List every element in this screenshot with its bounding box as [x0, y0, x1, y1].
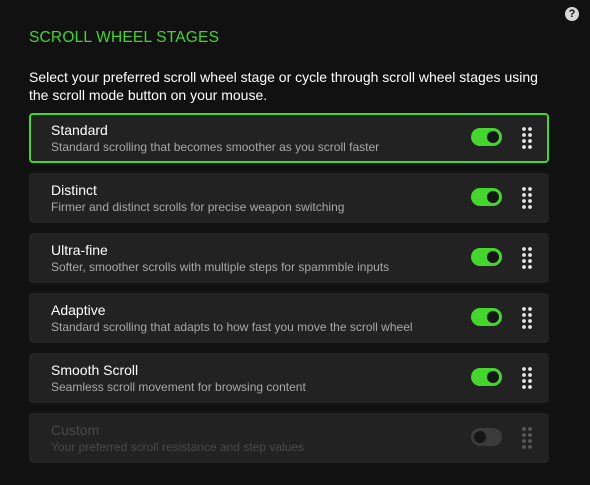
- stage-description: Softer, smoother scrolls with multiple s…: [51, 260, 390, 274]
- stage-ultra-fine[interactable]: Ultra-fine Softer, smoother scrolls with…: [29, 233, 549, 283]
- help-icon[interactable]: ?: [565, 7, 579, 21]
- stage-distinct[interactable]: Distinct Firmer and distinct scrolls for…: [29, 173, 549, 223]
- stage-description: Standard scrolling that becomes smoother…: [51, 140, 380, 154]
- stage-name: Distinct: [51, 182, 97, 198]
- stage-description: Firmer and distinct scrolls for precise …: [51, 200, 345, 214]
- drag-handle-icon[interactable]: [522, 247, 532, 269]
- page-description: Select your preferred scroll wheel stage…: [29, 69, 538, 103]
- toggle-knob: [487, 371, 499, 383]
- stage-description: Seamless scroll movement for browsing co…: [51, 380, 306, 394]
- toggle-knob: [487, 191, 499, 203]
- stage-name: Standard: [51, 122, 108, 138]
- page-title: SCROLL WHEEL STAGES: [29, 29, 220, 46]
- stage-ultra-fine-toggle[interactable]: [471, 248, 502, 266]
- drag-handle-icon[interactable]: [522, 127, 532, 149]
- stage-standard-toggle[interactable]: [471, 128, 502, 146]
- stage-smooth-scroll[interactable]: Smooth Scroll Seamless scroll movement f…: [29, 353, 549, 403]
- stage-description: Your preferred scroll resistance and ste…: [51, 440, 305, 454]
- stage-smooth-scroll-toggle[interactable]: [471, 368, 502, 386]
- stage-adaptive-toggle[interactable]: [471, 308, 502, 326]
- toggle-knob: [487, 251, 499, 263]
- toggle-knob: [487, 311, 499, 323]
- stage-name: Ultra-fine: [51, 242, 108, 258]
- toggle-knob: [474, 431, 486, 443]
- toggle-knob: [487, 131, 499, 143]
- stage-standard[interactable]: Standard Standard scrolling that becomes…: [29, 113, 549, 163]
- stage-custom-toggle[interactable]: [471, 428, 502, 446]
- drag-handle-icon[interactable]: [522, 187, 532, 209]
- drag-handle-icon[interactable]: [522, 427, 532, 449]
- drag-handle-icon[interactable]: [522, 367, 532, 389]
- stage-list: Standard Standard scrolling that becomes…: [29, 113, 549, 473]
- stage-distinct-toggle[interactable]: [471, 188, 502, 206]
- stage-name: Smooth Scroll: [51, 362, 139, 378]
- stage-custom[interactable]: Custom Your preferred scroll resistance …: [29, 413, 549, 463]
- stage-adaptive[interactable]: Adaptive Standard scrolling that adapts …: [29, 293, 549, 343]
- stage-name: Adaptive: [51, 302, 106, 318]
- drag-handle-icon[interactable]: [522, 307, 532, 329]
- stage-description: Standard scrolling that adapts to how fa…: [51, 320, 413, 334]
- stage-name: Custom: [51, 422, 100, 438]
